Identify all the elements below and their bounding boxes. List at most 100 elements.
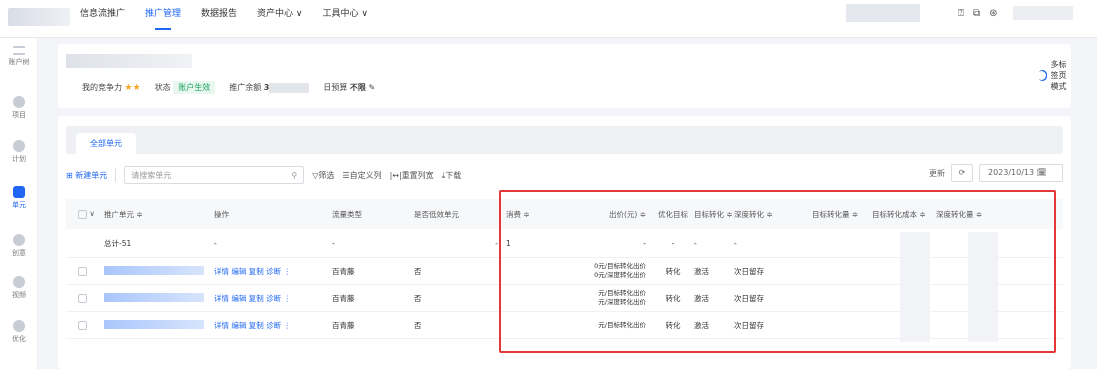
bid-value: 0元/目标转化出价 0元/深度转化出价	[594, 262, 646, 279]
target-conversion: 激活	[694, 320, 709, 330]
col-operations: 操作	[214, 209, 229, 219]
tab-all-units[interactable]: 全部单元	[76, 133, 136, 154]
low-efficiency: 否	[414, 266, 422, 276]
sidebar-item-account-tree[interactable]: 账户树	[0, 46, 38, 67]
calendar-icon: 🗓	[1036, 168, 1047, 177]
col-bid[interactable]: 出价(元) ≑	[566, 209, 652, 220]
deep-conversion: 次日留存	[734, 293, 764, 303]
tabs-bar: 全部单元	[66, 126, 1063, 154]
col-target-conversion[interactable]: 目标转化 ≑	[694, 209, 734, 220]
col-cost[interactable]: 消费 ≑	[506, 209, 566, 220]
unit-name-link[interactable]	[104, 265, 204, 275]
status-label: 状态	[154, 83, 171, 92]
unit-icon	[13, 186, 25, 198]
left-sidebar: 账户树 项目 计划 单元 创意 视频 优化	[0, 38, 38, 369]
row-operations[interactable]: 详情 编辑 复制 诊断 ⋮	[214, 266, 332, 277]
col-deep-conversion-volume[interactable]: 深度转化量 ≑	[936, 209, 990, 220]
col-traffic-type: 流量类型	[332, 209, 362, 219]
video-icon	[13, 276, 25, 288]
plan-icon	[13, 140, 25, 152]
col-target-conversion-cost[interactable]: 目标转化成本 ≑	[872, 209, 936, 220]
traffic-type: 百青藤	[332, 266, 355, 276]
logo[interactable]	[8, 8, 70, 26]
account-name	[66, 54, 192, 68]
customize-columns-button[interactable]: ☰自定义列	[342, 170, 381, 181]
menu-icon	[13, 46, 25, 55]
status-badge: 账户生效	[173, 81, 216, 94]
balance-blur	[269, 82, 310, 93]
bid-value: 元/目标转化出价	[598, 320, 646, 329]
account-info	[846, 4, 920, 22]
project-icon	[13, 96, 25, 108]
blurred-values	[968, 232, 998, 342]
nav-tool-center[interactable]: 工具中心 ∨	[323, 0, 368, 38]
search-input[interactable]: 请搜索单元 ⚲	[124, 166, 305, 184]
deep-conversion: 次日留存	[734, 320, 764, 330]
account-summary: 我的竞争力 ★★ 状态 账户生效 推广余额 3 日预算 不限 ✎	[82, 81, 375, 94]
reset-width-button[interactable]: |↔|重置列宽	[390, 170, 434, 181]
row-checkbox[interactable]	[78, 293, 87, 303]
blurred-values	[900, 232, 930, 342]
username[interactable]	[1013, 6, 1073, 20]
search-icon[interactable]: ⚲	[291, 171, 297, 180]
toolbar-right: 更新 ⟳ 2023/10/13 🗓	[929, 164, 1063, 182]
help-icon[interactable]: ⍰	[958, 8, 964, 19]
copy-icon[interactable]: ⧉	[973, 8, 980, 19]
date-picker[interactable]: 2023/10/13 🗓	[979, 164, 1063, 182]
row-operations[interactable]: 详情 编辑 复制 诊断 ⋮	[214, 320, 332, 331]
sidebar-item-optimize[interactable]: 优化	[0, 320, 38, 344]
optimization-goal: 转化	[665, 266, 681, 276]
new-unit-button[interactable]: ⊞ 新建单元	[66, 170, 107, 181]
target-conversion: 激活	[694, 293, 709, 303]
edit-icon[interactable]: ✎	[368, 83, 375, 92]
user-icon[interactable]: ⊛	[989, 8, 997, 19]
deep-conversion: 次日留存	[734, 266, 764, 276]
col-unit-name[interactable]: 推广单元 ≑	[104, 209, 214, 220]
select-all-checkbox[interactable]	[78, 209, 87, 219]
target-conversion: 激活	[694, 266, 709, 276]
sidebar-item-video[interactable]: 视频	[0, 276, 38, 300]
competitiveness-label: 我的竞争力	[82, 83, 122, 92]
multi-tab-toggle-group: 多标签页模式	[1036, 59, 1071, 92]
optimize-icon	[13, 320, 25, 332]
sidebar-item-plan[interactable]: 计划	[0, 140, 38, 164]
table-header: ∨ 推广单元 ≑ 操作 流量类型 是否低效单元 消费 ≑ 出价(元) ≑ 优化目…	[66, 199, 1063, 229]
multi-tab-label: 多标签页模式	[1050, 60, 1067, 91]
add-icon: ⊞	[66, 170, 73, 180]
sidebar-item-project[interactable]: 项目	[0, 96, 38, 120]
sidebar-item-creative[interactable]: 创意	[0, 234, 38, 258]
low-efficiency: 否	[414, 293, 422, 303]
nav-promotion-management[interactable]: 推广管理	[145, 0, 181, 38]
download-button[interactable]: ⤓下载	[442, 170, 462, 181]
star-rating: ★★	[124, 83, 141, 93]
top-navigation-bar: 信息流推广 推广管理 数据报告 资产中心 ∨ 工具中心 ∨ ⍰ ⧉ ⊛	[0, 0, 1097, 38]
row-checkbox[interactable]	[78, 320, 87, 330]
balance-label: 推广余额	[229, 83, 262, 92]
filter-button[interactable]: ▽筛选	[312, 170, 334, 181]
col-deep-conversion[interactable]: 深度转化 ≑	[734, 209, 812, 220]
sidebar-item-unit[interactable]: 单元	[0, 186, 38, 210]
row-checkbox[interactable]	[78, 266, 87, 276]
optimization-goal: 转化	[665, 293, 681, 303]
traffic-type: 百青藤	[332, 320, 355, 330]
divider	[115, 168, 117, 182]
top-icons: ⍰ ⧉ ⊛	[958, 8, 998, 19]
unit-name-link[interactable]	[104, 292, 204, 302]
budget-label: 日预算	[323, 83, 348, 92]
multi-tab-toggle[interactable]	[1036, 70, 1047, 81]
nav-feed-promotion[interactable]: 信息流推广	[80, 0, 125, 38]
refresh-label: 更新	[929, 168, 945, 178]
total-label: 总计-51	[104, 238, 132, 248]
col-optimization-goal: 优化目标	[658, 209, 688, 219]
row-operations[interactable]: 详情 编辑 复制 诊断 ⋮	[214, 293, 332, 304]
refresh-button[interactable]: ⟳	[951, 164, 973, 182]
col-target-conversion-volume[interactable]: 目标转化量 ≑	[812, 209, 872, 220]
unit-name-link[interactable]	[104, 319, 204, 329]
col-low-efficiency: 是否低效单元	[414, 209, 459, 219]
nav-asset-center[interactable]: 资产中心 ∨	[257, 0, 302, 38]
toolbar: ⊞ 新建单元 请搜索单元 ⚲ ▽筛选 ☰自定义列 |↔|重置列宽 ⤓下载	[66, 166, 461, 184]
optimization-goal: 转化	[665, 320, 681, 330]
account-info-card: 我的竞争力 ★★ 状态 账户生效 推广余额 3 日预算 不限 ✎ 多标签页模式	[58, 44, 1071, 108]
nav-data-report[interactable]: 数据报告	[201, 0, 237, 38]
refresh-icon: ⟳	[958, 168, 966, 177]
